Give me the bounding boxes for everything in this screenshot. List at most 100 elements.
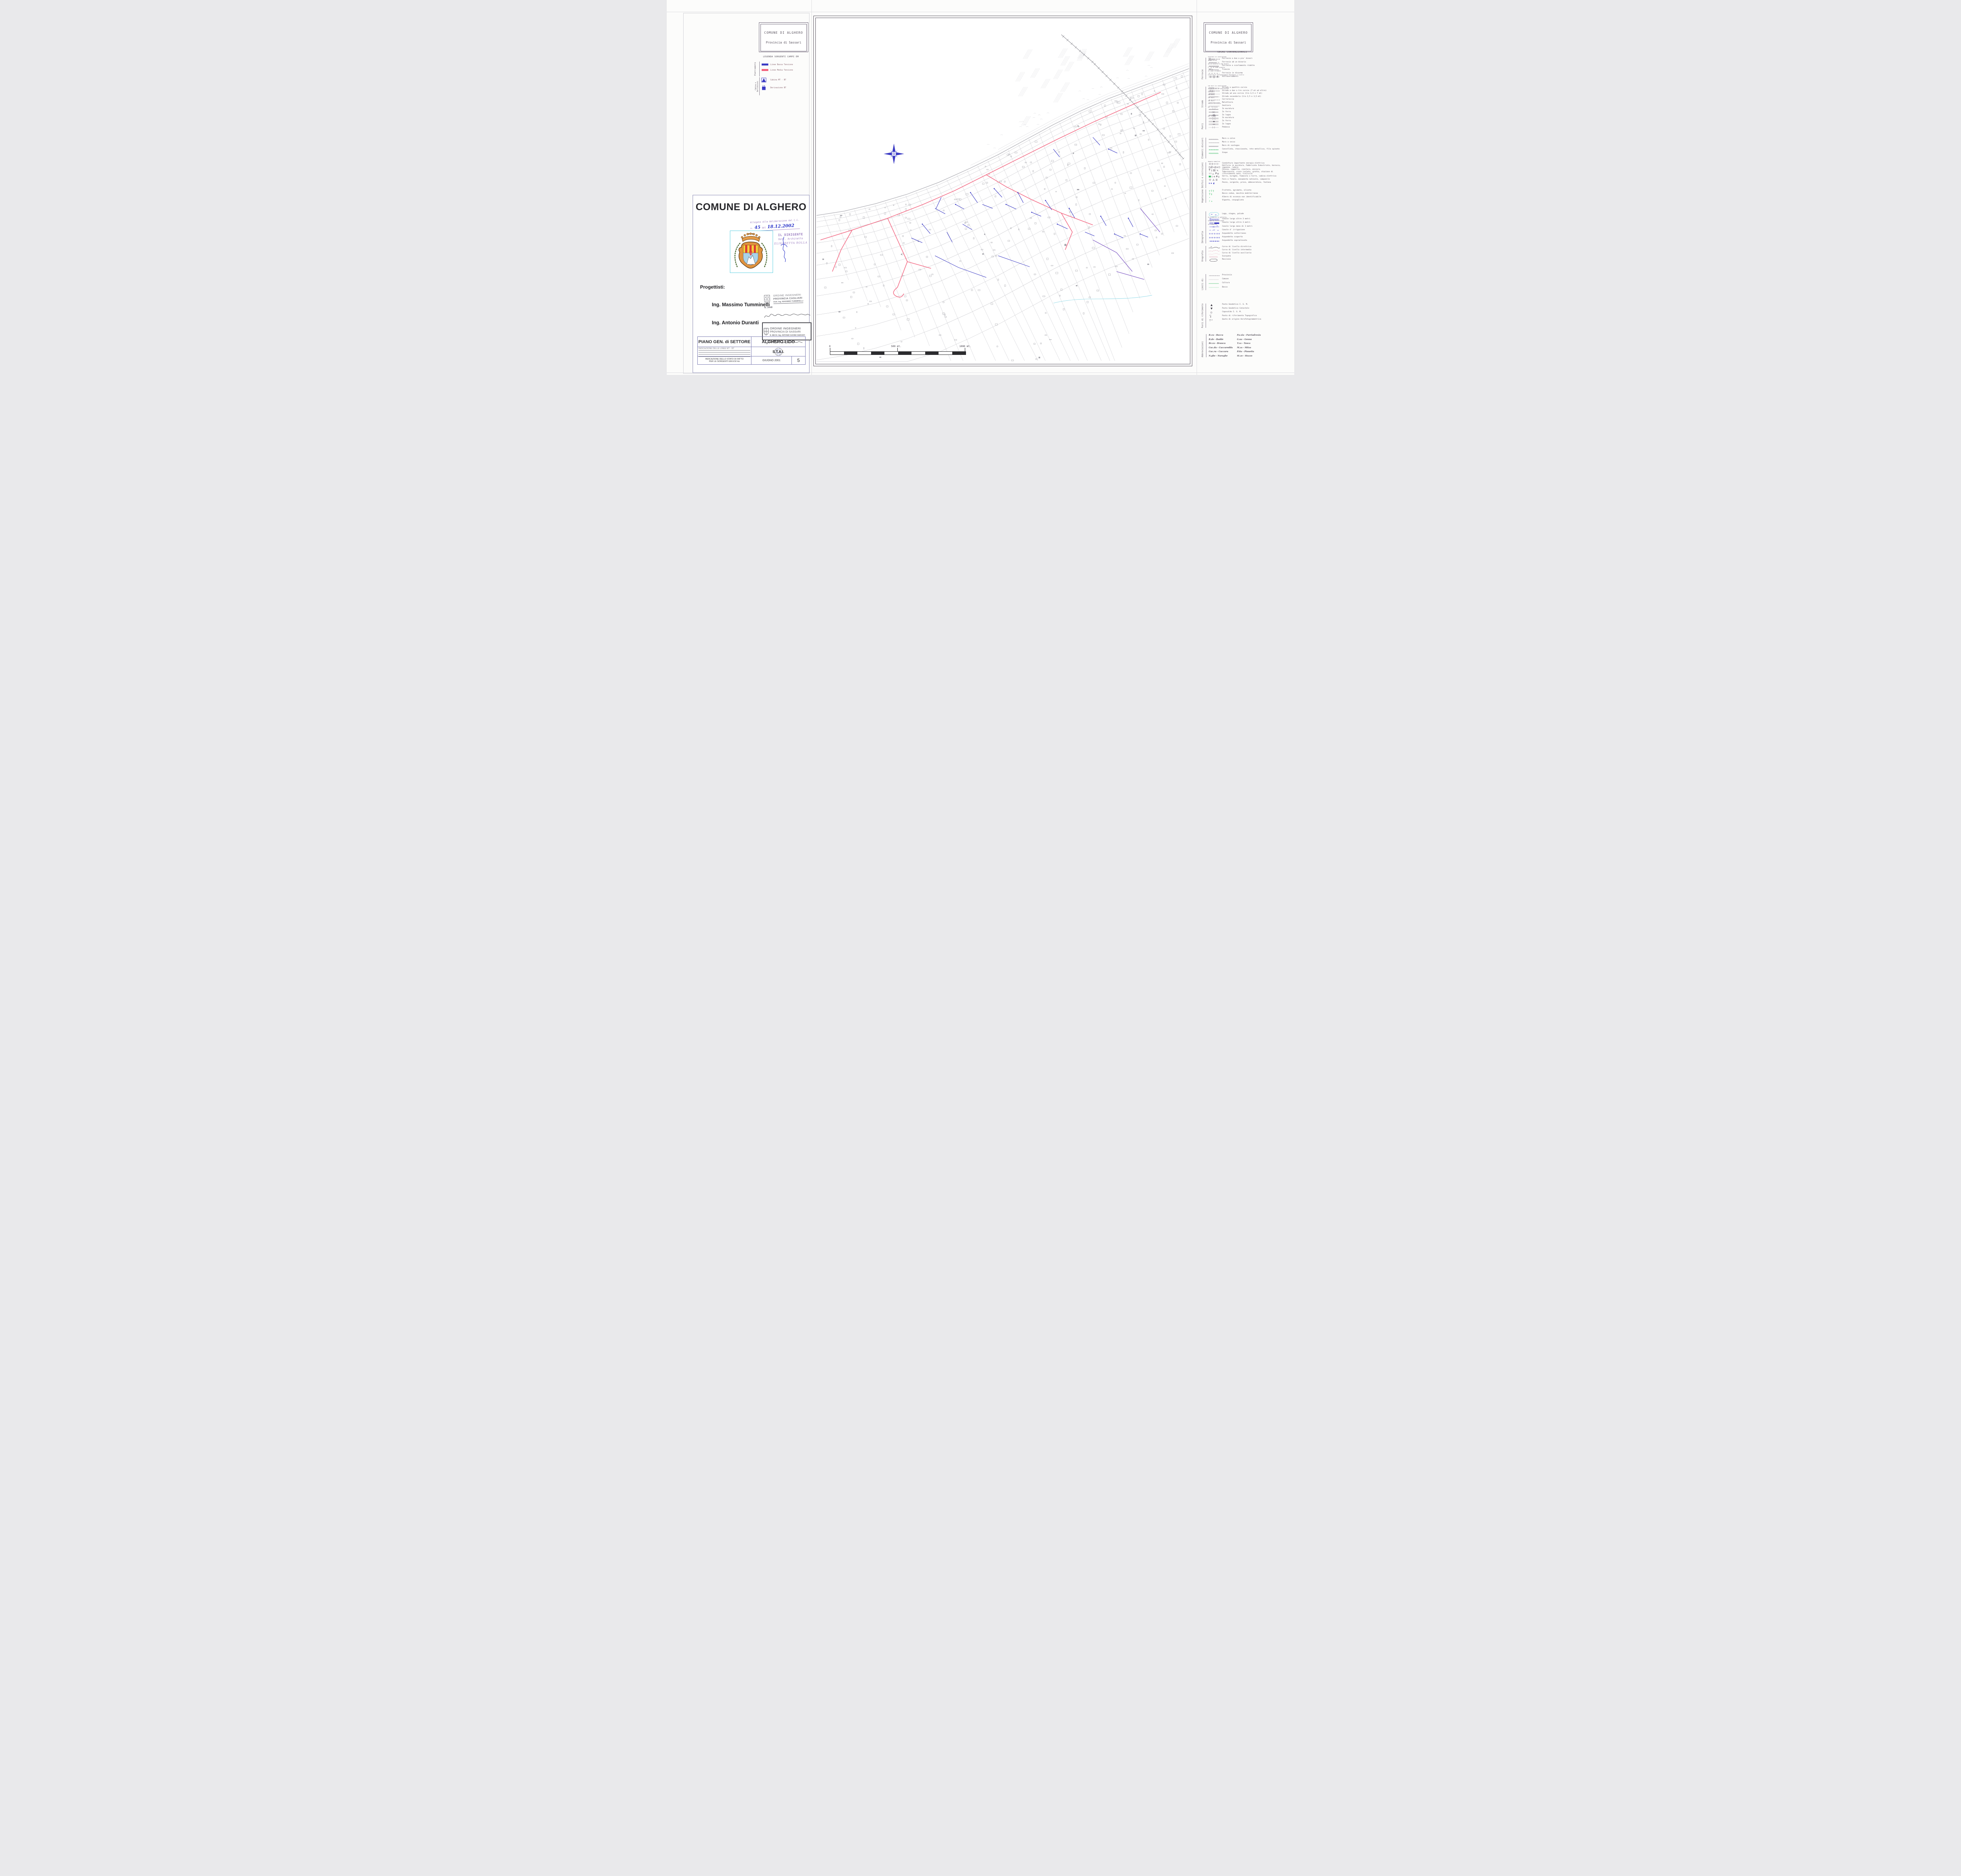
legend-entry: Siepe bbox=[1208, 152, 1282, 155]
legend-entry: Punto Geodetico I. G. M. bbox=[1208, 304, 1282, 306]
signs-section-entries: Lago, stagno, palude su viadotto in gall… bbox=[1206, 211, 1282, 244]
signs-section-entries: stazioni in costruzione Ferrovia a due o… bbox=[1206, 58, 1282, 79]
stai-logo-text: S.T.A.I. bbox=[769, 350, 788, 354]
signs-section-label: Vegetazione bbox=[1201, 189, 1204, 203]
abbreviation-item: Cuc.ru - Cuccuru bbox=[1209, 351, 1235, 353]
designer-2: Ing. Antonio Duranti bbox=[712, 320, 759, 325]
legend-entry-label: Sentiero bbox=[1222, 105, 1282, 107]
legend-entry-label: Tranvie bbox=[1222, 69, 1282, 71]
legend-entry-label: Caposaldo I. G. M. bbox=[1222, 311, 1282, 313]
signs-section: Vegetazione Frutteto, agrumeto, oliveto … bbox=[1201, 189, 1282, 203]
em-group-cabine-label: Cabine e Derivazioni bbox=[755, 77, 759, 96]
signs-section-label: Ferrovie bbox=[1201, 58, 1204, 79]
legend-entry-symbol bbox=[1208, 199, 1221, 203]
legend-entry-label: Lago, stagno, palude bbox=[1222, 213, 1282, 215]
signs-section: Orografia 50 Curva di livello direttrice… bbox=[1201, 246, 1282, 262]
map-sheet: COMUNE DI ALGHERO Provincia di Sassari L… bbox=[667, 0, 1294, 375]
project-title-block: COMUNE DI ALGHERO Allegato alla delibera… bbox=[693, 195, 810, 373]
em-group-elettrodotti-label: Elettrodotti bbox=[755, 62, 757, 76]
signs-section-entries: per ferrovie In muratura In ferro In leg… bbox=[1206, 108, 1282, 129]
plan-subject-cell: INDICAZIONE DELLE LINEE MT - BT bbox=[698, 347, 751, 356]
em-bracket-1 bbox=[759, 62, 760, 76]
signs-section-label: Ponti bbox=[1201, 108, 1204, 129]
legend-entry-label: Strada ad una corsia (tra 3,5 e 7 mt) bbox=[1222, 93, 1282, 95]
cagliari-line-2: PROVINCIA CAGLIARI bbox=[773, 297, 803, 301]
legend-entry-label: Bosco ceduo, macchia mediterranea bbox=[1222, 193, 1282, 195]
drawing-date: GIUGNO 2001 bbox=[751, 356, 792, 364]
signs-section-label: Limiti di: bbox=[1201, 274, 1204, 290]
legend-entry-label: Curva di livello ausiliaria bbox=[1222, 253, 1282, 254]
legend-entry-label: Canale largo oltre 3 metri bbox=[1222, 222, 1282, 224]
legend-entry-symbol bbox=[1208, 278, 1221, 282]
legend-entry-label: Strada a due o tre corsie (7 mt ed oltre… bbox=[1222, 90, 1282, 92]
legend-entry: Cancellata, staccionata, rete metallica,… bbox=[1208, 148, 1282, 151]
legend-entry-label: Curva di livello intermedia bbox=[1222, 249, 1282, 251]
cabina-mt-bt-icon bbox=[761, 78, 766, 82]
bt-line-swatch bbox=[762, 64, 768, 65]
legend-entry-sublabel: C. lo in sede propria bbox=[1208, 67, 1225, 68]
legend-entry-symbol bbox=[1208, 303, 1221, 307]
legend-entry-label: In ferro bbox=[1222, 111, 1282, 113]
commune-title: COMUNE DI ALGHERO bbox=[764, 31, 803, 35]
legend-entry: su viadotto Canale largo meno di 3 metri bbox=[1208, 225, 1282, 228]
legend-entry-label: Frutteto, agrumeto, oliveto bbox=[1222, 190, 1282, 192]
signs-section-entries: Punto Geodetico I. G. M. Punto Geodetico… bbox=[1206, 304, 1282, 328]
alghero-coat-of-arms bbox=[730, 231, 773, 273]
sassari-line-1: ORDINE INGEGNERI bbox=[770, 327, 805, 330]
signs-section: Punti di riferimento Punto Geodetico I. … bbox=[1201, 304, 1282, 328]
legend-entry-symbol bbox=[1208, 311, 1221, 314]
abbreviation-item: B.cu - Baccu bbox=[1209, 334, 1235, 336]
delibera-del-label: del bbox=[762, 227, 766, 229]
delibera-n-label: n. bbox=[750, 227, 753, 230]
legend-entry: RIF Punto di riferimento Topografico bbox=[1208, 315, 1282, 318]
legend-entry: Canale d' irrigazione bbox=[1208, 229, 1282, 232]
abbreviations-list: B.cu - BaccuFu.xiu - FurriadroxiuB.de - … bbox=[1206, 334, 1269, 357]
legend-entry: Vigneto, cespugliato bbox=[1208, 199, 1282, 202]
cagliari-shield-icon bbox=[764, 294, 770, 304]
legend-entry: scoperto sotterraneo Canale largo oltre … bbox=[1208, 222, 1282, 224]
legend-entry-label: Vigneto, cespugliato bbox=[1222, 200, 1282, 202]
compass-rose-icon bbox=[884, 144, 904, 164]
dirigente-signature bbox=[779, 235, 789, 264]
signs-section: Limiti di: Provincia Comune Coltura Bosc… bbox=[1201, 274, 1282, 290]
sassari-shield-icon bbox=[764, 328, 769, 335]
legend-entry-sublabel: con muri bbox=[1208, 91, 1214, 93]
legend-entry-sublabel: in galleria in costruzione bbox=[1208, 88, 1229, 89]
mt-line-label: Linee Media Tensione bbox=[770, 69, 793, 71]
legend-entry-symbol: 63.8 bbox=[1208, 318, 1221, 322]
legend-entry-sublabel: facile difficile bbox=[1208, 103, 1221, 104]
legend-entry-label: Albero di essenza non identificabile bbox=[1222, 196, 1282, 198]
dirigente-title: IL DIRIGENTE bbox=[773, 232, 809, 237]
legend-entry-label: Quota di origine Aerofotogrammetrica bbox=[1222, 319, 1282, 321]
abbreviation-item: Br.cu - Bruncu bbox=[1209, 342, 1235, 345]
designer-1: Ing. Massimo Tumminelli bbox=[712, 302, 770, 307]
abbreviations-section: Abbreviazioni B.cu - BaccuFu.xiu - Furri… bbox=[1201, 334, 1269, 357]
legend-entry: facile difficile Sentiero bbox=[1208, 105, 1282, 107]
title-box-top-left: COMUNE DI ALGHERO Provincia di Sassari bbox=[759, 22, 808, 52]
legend-entry-label: Ferrovia a due o piu' binari bbox=[1222, 58, 1282, 60]
city-map-drawing bbox=[817, 19, 1189, 363]
legend-entry-sublabel: in galleria bbox=[1208, 60, 1217, 61]
signs-section-label: Edifici e costruzioni bbox=[1201, 162, 1204, 188]
abbreviation-item: St.zo - Stazzo bbox=[1237, 355, 1269, 357]
legend-entry-label: Coltura bbox=[1222, 282, 1282, 284]
abbreviation-item: T.ca - Tanca bbox=[1237, 342, 1269, 345]
legend-entry-label: In legno bbox=[1222, 124, 1282, 125]
legend-entry-sublabel: per strade bbox=[1208, 116, 1216, 117]
legend-entry-label: Muro a secco bbox=[1222, 142, 1282, 144]
legend-entry-sublabel: in sede stradale bbox=[1208, 71, 1221, 72]
legend-entry-label: Pedanca bbox=[1222, 127, 1282, 129]
scale-label-0: 0 bbox=[829, 345, 831, 348]
table-rule bbox=[699, 352, 750, 353]
legend-entry: Muro a calce bbox=[1208, 138, 1282, 140]
signs-section: Edifici e costruzioni doppia semplice Co… bbox=[1201, 162, 1282, 188]
map-inner-border: 0 500 mt. 1000 mt. bbox=[815, 18, 1190, 364]
legend-entry-label: Muro di sostegno bbox=[1222, 145, 1282, 147]
legend-entry: Cavalcavia Sottopassaggio Passaggio a li… bbox=[1208, 76, 1282, 78]
tumminelli-signature bbox=[763, 311, 812, 320]
delibera-number: 45 bbox=[754, 225, 760, 230]
legend-entry-label: Provincia bbox=[1222, 274, 1282, 276]
signs-section: Ferrovie stazioni in costruzione Ferrovi… bbox=[1201, 58, 1282, 79]
legend-entry-symbol: RIF bbox=[1208, 314, 1221, 318]
drawing-info-table: PIANO GEN. di SETTORE ALGHERO LIDO INDIC… bbox=[697, 336, 806, 365]
